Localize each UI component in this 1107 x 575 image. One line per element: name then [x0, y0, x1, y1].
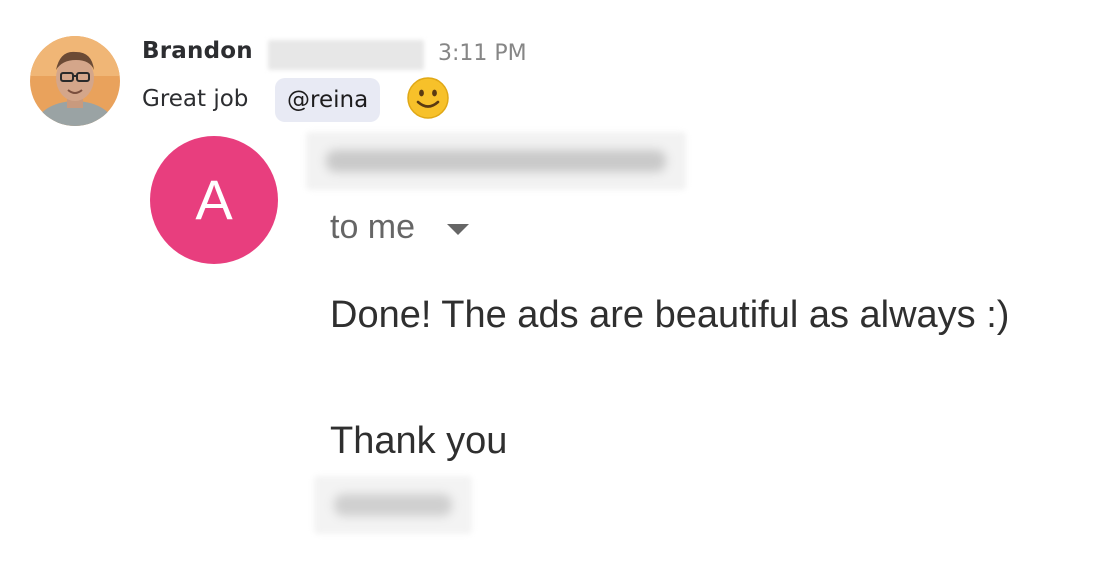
- user-mention[interactable]: @reina: [275, 78, 381, 122]
- sender-name[interactable]: Brandon: [142, 38, 253, 64]
- redacted-signature: [314, 476, 472, 534]
- redacted-surname: [268, 40, 424, 70]
- slightly-smiling-face-icon[interactable]: [406, 76, 450, 120]
- redacted-email-sender: [306, 132, 686, 190]
- email-screenshot-attachment[interactable]: [140, 128, 1090, 548]
- email-body-line: Done! The ads are beautiful as always :): [330, 294, 1010, 336]
- sender-avatar[interactable]: [30, 36, 120, 126]
- message-text: Great job: [142, 86, 249, 112]
- chat-message: Brandon 3:11 PM Great job @reina A to me…: [0, 0, 1107, 575]
- recipient-label: to me: [330, 208, 416, 246]
- email-sender-avatar: A: [150, 136, 278, 264]
- email-body-line: Thank you: [330, 420, 508, 462]
- message-timestamp[interactable]: 3:11 PM: [438, 41, 527, 66]
- recipient-dropdown-caret-icon: [447, 224, 469, 235]
- avatar-photo-icon: [30, 36, 120, 126]
